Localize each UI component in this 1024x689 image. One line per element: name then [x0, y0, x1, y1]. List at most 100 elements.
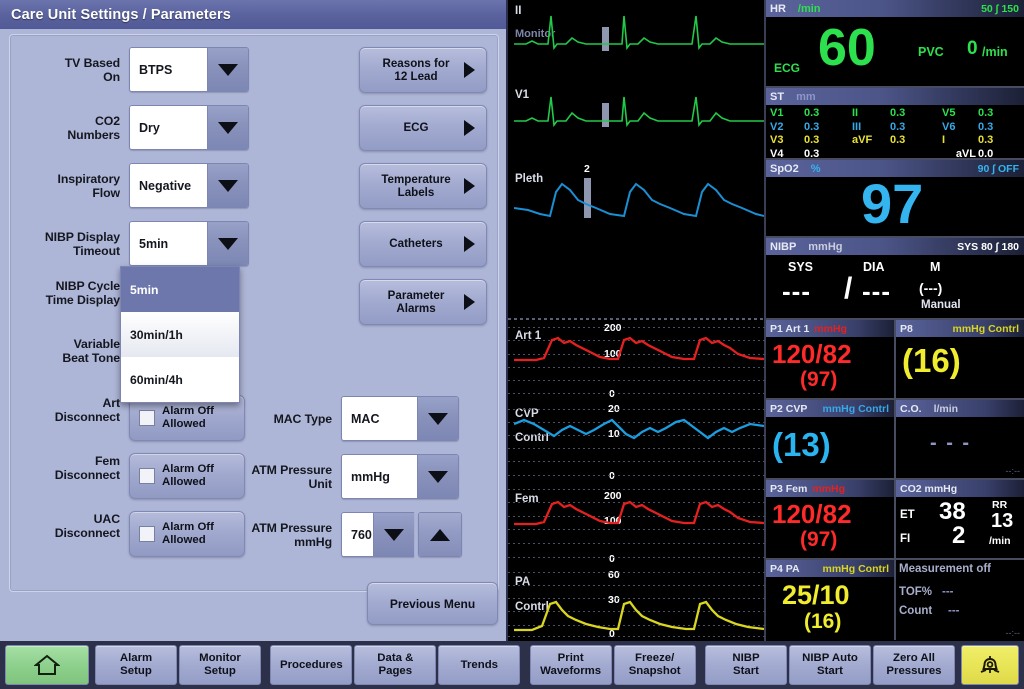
- co-value: - - -: [930, 432, 971, 455]
- co2-rr-unit: /min: [989, 535, 1011, 547]
- p3-fem-parameter-box[interactable]: P3 Fem mmHg 120/82 (97): [766, 480, 894, 558]
- field-label-line1: NIBP Display: [45, 230, 120, 244]
- co2-numbers-dropdown[interactable]: Dry: [129, 105, 249, 150]
- ecg-button[interactable]: ECG: [359, 105, 487, 151]
- btn-line2: Pressures: [886, 665, 941, 677]
- toolbar-group-left: AlarmSetup MonitorSetup: [0, 645, 262, 685]
- temperature-labels-button[interactable]: Temperature Labels: [359, 163, 487, 209]
- hr-parameter-box[interactable]: HR /min 50 ∫ 150 60 ECG PVC 0 /min: [766, 0, 1024, 86]
- parameter-alarms-button[interactable]: Parameter Alarms: [359, 279, 487, 325]
- previous-menu-button[interactable]: Previous Menu: [367, 582, 498, 625]
- inspiratory-flow-value: Negative: [130, 164, 207, 207]
- dialog-body: TV Based On BTPS CO2 Numbers Dry: [9, 34, 499, 592]
- st-parameter-box[interactable]: ST mm V1 0.3 II 0.3 V5 0.3 V2 0.3 III 0.…: [766, 88, 1024, 158]
- p8-header: P8 mmHg Contrl: [896, 320, 1024, 337]
- p4-value: 25/10: [782, 580, 850, 611]
- bottom-toolbar: AlarmSetup MonitorSetup Procedures Data …: [0, 641, 1024, 689]
- zero-all-pressures-button[interactable]: Zero AllPressures: [873, 645, 955, 685]
- print-waveforms-button[interactable]: PrintWaveforms: [530, 645, 612, 685]
- chevron-down-icon[interactable]: [207, 222, 248, 265]
- field-label-line2: Time Display: [46, 293, 120, 307]
- checkbox-icon[interactable]: [139, 468, 155, 484]
- fem-disconnect-alarm-off-toggle[interactable]: Alarm Off Allowed: [129, 453, 245, 499]
- co2-parameter-box[interactable]: CO2 mmHg ET 38 FI 2 RR 13 /min: [896, 480, 1024, 558]
- home-button[interactable]: [5, 645, 89, 685]
- field-label-line2: Numbers: [67, 128, 120, 142]
- nmt-status: Measurement off: [899, 563, 991, 575]
- field-label-line1: MAC Type: [274, 412, 332, 426]
- btn-line2: Start: [733, 665, 759, 677]
- nibp-start-button[interactable]: NIBPStart: [705, 645, 787, 685]
- data-and-pages-button[interactable]: Data &Pages: [354, 645, 436, 685]
- btn-line2: Snapshot: [629, 665, 681, 677]
- chevron-down-icon[interactable]: [207, 48, 248, 91]
- nibp-display-timeout-dropdown[interactable]: 5min: [129, 221, 249, 266]
- dropdown-option-2[interactable]: 60min/4h: [121, 357, 239, 402]
- waveform-trace-cvp: [514, 408, 764, 450]
- nibp-slash: /: [844, 272, 852, 306]
- btn-line1: NIBP: [732, 652, 759, 664]
- stepper-down-icon[interactable]: [373, 513, 414, 556]
- chevron-down-icon[interactable]: [207, 164, 248, 207]
- dropdown-option-1[interactable]: 30min/1h: [121, 312, 239, 357]
- atm-pressure-increase-button[interactable]: [418, 512, 462, 557]
- reasons-for-12-lead-button[interactable]: Reasons for 12 Lead: [359, 47, 487, 93]
- waveform-area[interactable]: II Monitor V1 Pleth 2 Art 1 200 100 0: [508, 0, 766, 641]
- catheters-button[interactable]: Catheters: [359, 221, 487, 267]
- atm-pressure-stepper[interactable]: 760: [341, 512, 414, 557]
- freeze-snapshot-button[interactable]: Freeze/Snapshot: [614, 645, 696, 685]
- nibp-display-timeout-option-list[interactable]: 5min 30min/1h 60min/4h: [120, 266, 240, 403]
- co-parameter-box[interactable]: C.O. l/min - - - --:--: [896, 400, 1024, 478]
- st-lead: I: [942, 134, 978, 147]
- tv-based-on-dropdown[interactable]: BTPS: [129, 47, 249, 92]
- p8-parameter-box[interactable]: P8 mmHg Contrl (16): [896, 320, 1024, 398]
- care-unit-settings-dialog: Care Unit Settings / Parameters TV Based…: [0, 0, 508, 641]
- dialog-title: Care Unit Settings / Parameters: [0, 0, 506, 29]
- chevron-down-icon[interactable]: [207, 106, 248, 149]
- monitor-setup-button[interactable]: MonitorSetup: [179, 645, 261, 685]
- checkbox-icon[interactable]: [139, 526, 155, 542]
- st-value: 0.3: [978, 134, 1022, 147]
- waveform-scale-art1-low: 0: [609, 388, 615, 400]
- checkbox-icon[interactable]: [139, 410, 155, 426]
- uac-disconnect-alarm-off-toggle[interactable]: Alarm Off Allowed: [129, 511, 245, 557]
- field-label-line2: Timeout: [73, 244, 120, 258]
- btn-line1: Freeze/: [635, 652, 674, 664]
- p4-pa-parameter-box[interactable]: P4 PA mmHg Contrl 25/10 (16): [766, 560, 894, 640]
- nmt-footer-ticks: --:--: [1006, 628, 1021, 638]
- alarm-silence-button[interactable]: [961, 645, 1019, 685]
- p2-label: P2 CVP: [770, 403, 807, 415]
- waveform-trace-fem: [514, 494, 764, 534]
- inspiratory-flow-dropdown[interactable]: Negative: [129, 163, 249, 208]
- st-lead: V2: [770, 121, 804, 134]
- waveform-trace-ii: [514, 8, 764, 56]
- procedures-button[interactable]: Procedures: [270, 645, 352, 685]
- spo2-parameter-box[interactable]: SpO2 % 90 ∫ OFF 97: [766, 160, 1024, 236]
- chevron-down-icon[interactable]: [417, 455, 458, 498]
- alarm-setup-button[interactable]: AlarmSetup: [95, 645, 177, 685]
- dropdown-option-0[interactable]: 5min: [121, 267, 239, 312]
- p2-unit: mmHg Contrl: [823, 403, 890, 415]
- button-label-line1: Temperature: [381, 173, 450, 186]
- p1-header: P1 Art 1 mmHg: [766, 320, 894, 337]
- nmt-tof-label: TOF%: [899, 586, 932, 598]
- co2-fi-label: FI: [900, 533, 910, 545]
- waveform-scale-cvp-low: 0: [609, 470, 615, 482]
- nibp-auto-start-button[interactable]: NIBP AutoStart: [789, 645, 871, 685]
- st-header: ST mm: [766, 88, 1024, 105]
- p1-value: 120/82: [772, 339, 852, 370]
- nibp-parameter-box[interactable]: NIBP mmHg SYS 80 ∫ 180 SYS DIA M --- / -…: [766, 238, 1024, 318]
- mac-type-dropdown[interactable]: MAC: [341, 396, 459, 441]
- pvc-label: PVC: [918, 45, 944, 59]
- nmt-parameter-box[interactable]: Measurement off TOF% --- Count --- --:--: [896, 560, 1024, 640]
- chevron-down-icon[interactable]: [417, 397, 458, 440]
- co2-header: CO2 mmHg: [896, 480, 1024, 497]
- btn-line2: Setup: [204, 665, 236, 677]
- atm-pressure-unit-dropdown[interactable]: mmHg: [341, 454, 459, 499]
- nmt-tof-value: ---: [942, 586, 954, 598]
- trends-button[interactable]: Trends: [438, 645, 520, 685]
- p2-cvp-parameter-box[interactable]: P2 CVP mmHg Contrl (13): [766, 400, 894, 478]
- p1-art1-parameter-box[interactable]: P1 Art 1 mmHg 120/82 (97): [766, 320, 894, 398]
- stepper-up-icon[interactable]: [419, 513, 461, 556]
- co-header: C.O. l/min: [896, 400, 1024, 417]
